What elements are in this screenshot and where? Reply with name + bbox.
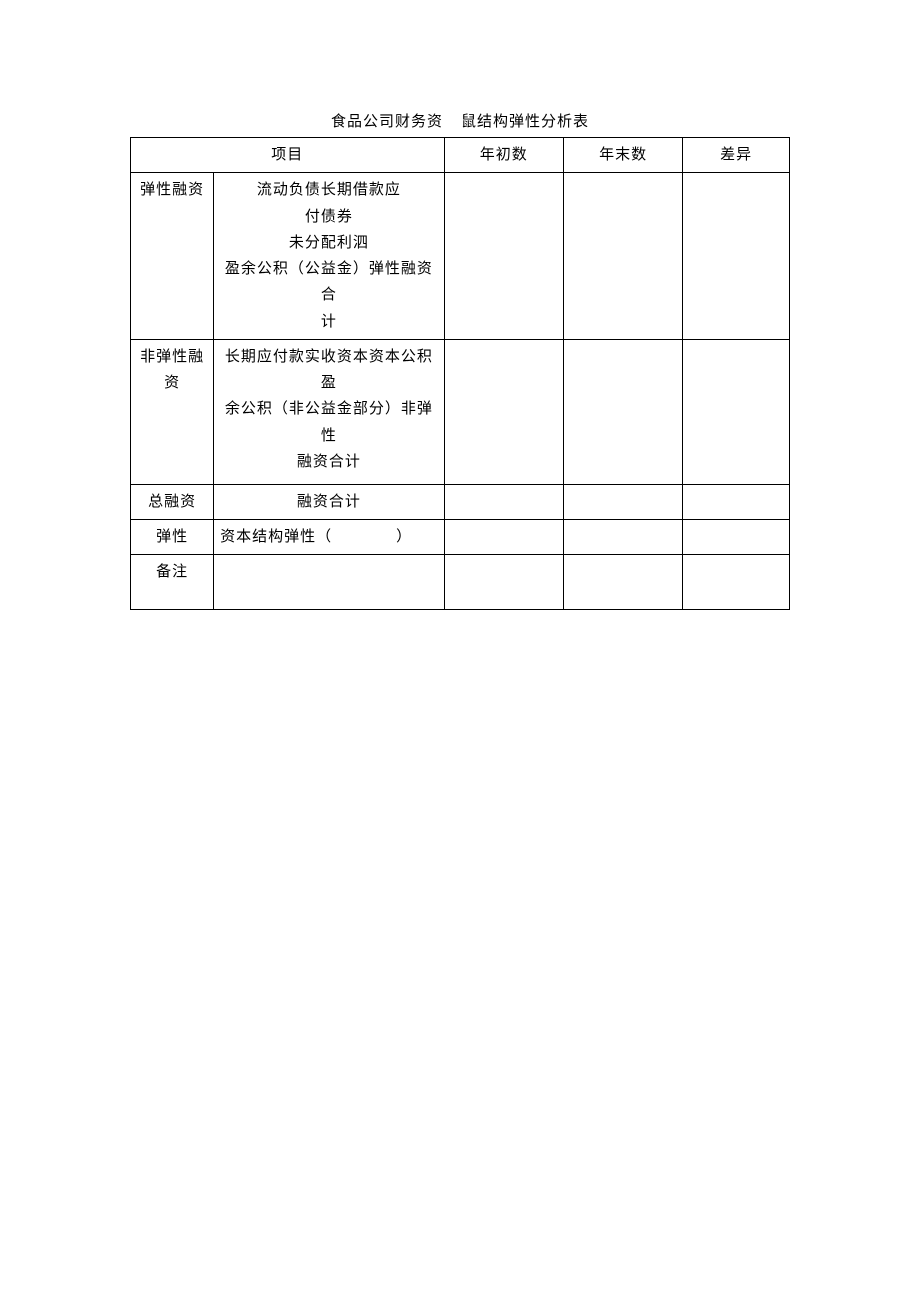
row-elastic-diff xyxy=(683,173,790,340)
title-left: 食品公司财务资 xyxy=(331,110,443,131)
row-nonelastic-items: 长期应付款实收资本资本公积盈 余公积（非公益金部分）非弹性 融资合计 xyxy=(214,339,444,484)
row-total-diff xyxy=(683,484,790,519)
row-elastic-end xyxy=(563,173,682,340)
table-header-row: 项目 年初数 年末数 差异 xyxy=(131,138,790,173)
row-elasticity-end xyxy=(563,520,682,555)
row-elasticity-label: 弹性 xyxy=(131,520,214,555)
row-total: 总融资 融资合计 xyxy=(131,484,790,519)
row-elastic: 弹性融资 流动负债长期借款应 付债券 未分配利泗 盈余公积（公益金）弹性融资合 … xyxy=(131,173,790,340)
row-total-begin xyxy=(444,484,563,519)
row-elastic-begin xyxy=(444,173,563,340)
row-nonelastic-diff xyxy=(683,339,790,484)
row-nonelastic-end xyxy=(563,339,682,484)
title-right: 鼠结构弹性分析表 xyxy=(461,110,589,131)
row-total-end xyxy=(563,484,682,519)
row-total-label: 总融资 xyxy=(131,484,214,519)
row-nonelastic-label: 非弹性融资 xyxy=(131,339,214,484)
row-total-items: 融资合计 xyxy=(214,484,444,519)
row-elasticity-items: 资本结构弹性（ ） xyxy=(214,520,444,555)
row-remark: 备注 xyxy=(131,555,790,610)
row-nonelastic: 非弹性融资 长期应付款实收资本资本公积盈 余公积（非公益金部分）非弹性 融资合计 xyxy=(131,339,790,484)
row-elasticity: 弹性 资本结构弹性（ ） xyxy=(131,520,790,555)
header-project: 项目 xyxy=(131,138,445,173)
row-elastic-items: 流动负债长期借款应 付债券 未分配利泗 盈余公积（公益金）弹性融资合 计 xyxy=(214,173,444,340)
header-diff: 差异 xyxy=(683,138,790,173)
document-page: 食品公司财务资鼠结构弹性分析表 项目 年初数 年末数 差异 弹性融资 流动负债长… xyxy=(0,0,920,610)
analysis-table: 项目 年初数 年末数 差异 弹性融资 流动负债长期借款应 付债券 未分配利泗 盈… xyxy=(130,137,790,610)
row-remark-diff xyxy=(683,555,790,610)
row-nonelastic-begin xyxy=(444,339,563,484)
row-elasticity-begin xyxy=(444,520,563,555)
table-title: 食品公司财务资鼠结构弹性分析表 xyxy=(130,110,790,131)
row-remark-items xyxy=(214,555,444,610)
row-elasticity-diff xyxy=(683,520,790,555)
row-remark-begin xyxy=(444,555,563,610)
row-elastic-label: 弹性融资 xyxy=(131,173,214,340)
row-remark-end xyxy=(563,555,682,610)
row-remark-label: 备注 xyxy=(131,555,214,610)
header-end: 年末数 xyxy=(563,138,682,173)
header-begin: 年初数 xyxy=(444,138,563,173)
